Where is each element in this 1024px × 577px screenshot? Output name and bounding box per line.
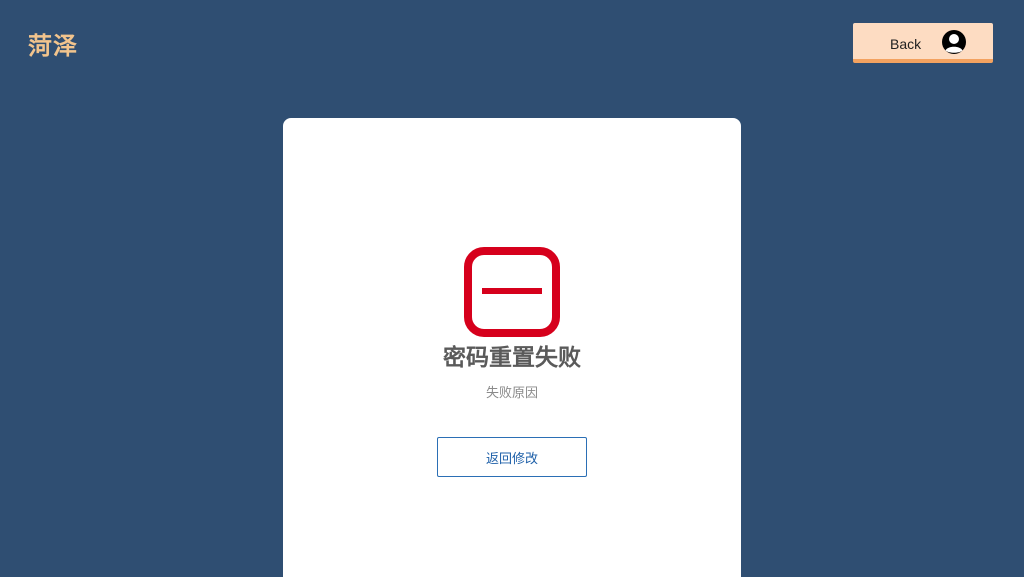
fail-status-icon bbox=[464, 247, 560, 337]
user-avatar-icon bbox=[941, 29, 967, 55]
result-card: 密码重置失败 失败原因 返回修改 bbox=[283, 118, 741, 577]
failure-reason-text: 失败原因 bbox=[485, 386, 538, 401]
return-modify-button[interactable]: 返回修改 bbox=[437, 437, 587, 477]
back-button-label: Back bbox=[890, 36, 922, 52]
page: 菏泽 Back 密码重置失败 失败原因 返回修改 bbox=[0, 0, 1024, 577]
result-title: 密码重置失败 bbox=[443, 345, 581, 371]
brand-logo-text: 菏泽 bbox=[28, 32, 78, 60]
back-button[interactable]: Back bbox=[853, 23, 993, 63]
